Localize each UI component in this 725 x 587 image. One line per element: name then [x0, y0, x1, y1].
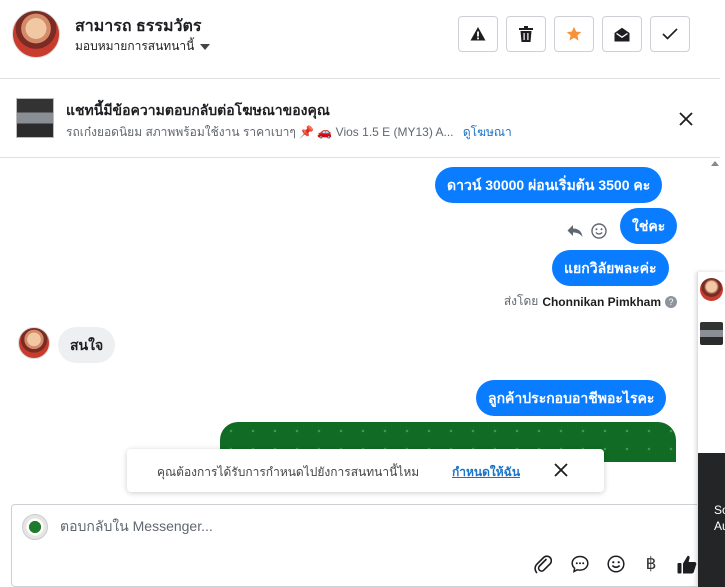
- contact-avatar-small: [18, 327, 50, 359]
- message-incoming[interactable]: สนใจ: [58, 327, 116, 363]
- check-icon: [662, 28, 678, 40]
- message-outgoing[interactable]: ลูกค้าประกอบอาชีพอะไรคะ: [476, 380, 667, 416]
- sent-by-prefix: ส่งโดย: [503, 294, 539, 308]
- saved-reply-button[interactable]: [569, 553, 591, 575]
- assign-to-me-link[interactable]: กำหนดให้ฉัน: [452, 463, 520, 482]
- star-button[interactable]: [554, 16, 594, 52]
- inbox-conversation: สามารถ ธรรมวัตร มอบหมายการสนทนานี้ แชทนี…: [0, 0, 725, 587]
- side-contact-avatar[interactable]: [700, 278, 723, 301]
- assign-prompt-text: คุณต้องการได้รับการกำหนดไปยังการสนทนานี้…: [157, 465, 420, 479]
- mark-done-button[interactable]: [650, 16, 690, 52]
- mark-unread-button[interactable]: [602, 16, 642, 52]
- reply-icon[interactable]: [567, 224, 583, 238]
- scroll-up-arrow[interactable]: [711, 161, 719, 166]
- contact-avatar[interactable]: [12, 10, 60, 58]
- baht-icon: ฿: [645, 554, 657, 573]
- close-banner-icon[interactable]: [679, 112, 693, 126]
- assign-dropdown[interactable]: มอบหมายการสนทนานี้: [75, 37, 211, 56]
- attachment-icon: [534, 555, 552, 574]
- assign-prompt: คุณต้องการได้รับการกำหนดไปยังการสนทนานี้…: [127, 449, 604, 492]
- ad-thumbnail[interactable]: [16, 98, 54, 138]
- payment-button[interactable]: ฿: [640, 553, 662, 575]
- side-chat-panel: So Au: [697, 272, 725, 587]
- ad-description: รถเก๋งยอดนิยม สภาพพร้อมใช้งาน ราคาเบาๆ 📌…: [66, 125, 454, 139]
- report-spam-button[interactable]: [458, 16, 498, 52]
- reply-input[interactable]: [60, 518, 660, 534]
- react-emoji-icon[interactable]: [591, 223, 607, 239]
- ad-reply-banner: แชทนี้มีข้อความตอบกลับต่อโฆษณาของคุณ รถเ…: [0, 80, 720, 158]
- close-prompt-icon[interactable]: [554, 463, 568, 477]
- emoji-icon: [607, 555, 625, 573]
- emoji-button[interactable]: [605, 553, 627, 575]
- message-composer: ฿: [11, 504, 720, 587]
- banner-title: แชทนี้มีข้อความตอบกลับต่อโฆษณาของคุณ: [66, 102, 330, 118]
- trash-icon: [519, 26, 533, 42]
- side-text-2: Au: [714, 519, 725, 533]
- attachment-button[interactable]: [532, 553, 554, 575]
- page-avatar: [22, 514, 48, 540]
- warning-icon: [470, 27, 486, 41]
- side-text-1: So: [714, 503, 725, 517]
- view-ad-link[interactable]: ดูโฆษณา: [463, 125, 512, 139]
- star-icon: [566, 26, 582, 41]
- conversation-header: สามารถ ธรรมวัตร มอบหมายการสนทนานี้: [0, 0, 720, 79]
- assign-label: มอบหมายการสนทนานี้: [75, 39, 195, 53]
- like-button[interactable]: [676, 553, 698, 575]
- saved-reply-icon: [571, 555, 589, 573]
- delete-button[interactable]: [506, 16, 546, 52]
- side-ad-thumbnail[interactable]: [700, 322, 723, 345]
- message-outgoing[interactable]: แยกวิลัยพละค่ะ: [552, 250, 669, 286]
- envelope-open-icon: [614, 27, 630, 41]
- like-icon: [677, 555, 697, 573]
- contact-name[interactable]: สามารถ ธรรมวัตร: [75, 14, 201, 39]
- caret-down-icon: [200, 43, 211, 50]
- sent-by-note: ส่งโดย Chonnikan Pimkham ?: [504, 292, 677, 311]
- sender-name: Chonnikan Pimkham: [542, 294, 661, 309]
- message-outgoing[interactable]: ใช่คะ: [620, 208, 678, 244]
- banner-subtitle: รถเก๋งยอดนิยม สภาพพร้อมใช้งาน ราคาเบาๆ 📌…: [66, 123, 512, 142]
- message-outgoing[interactable]: ดาวน์ 30000 ผ่อนเริ่มต้น 3500 คะ: [435, 167, 663, 203]
- side-dark-card: So Au: [698, 453, 725, 587]
- help-icon[interactable]: ?: [665, 295, 677, 308]
